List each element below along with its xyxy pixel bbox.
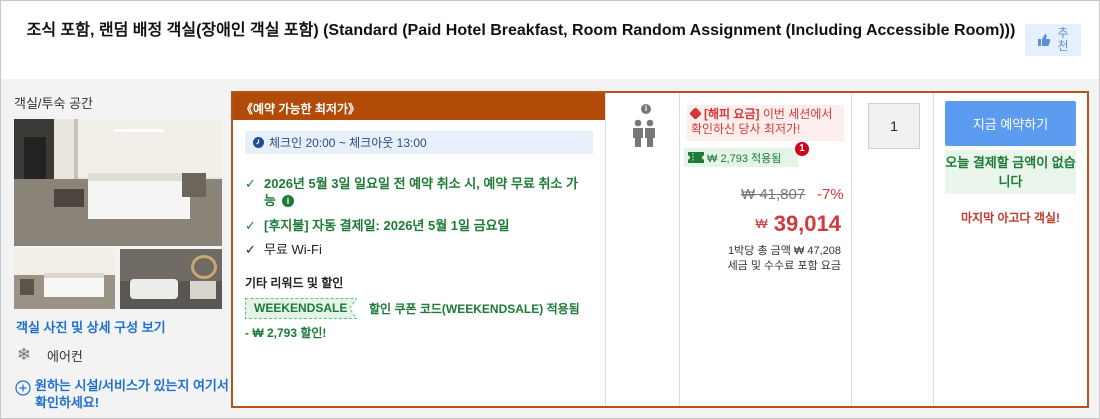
room-photo-thumbnail-1[interactable] [14,249,115,309]
coupon-applied-badge[interactable]: ₩ 2,793 적용됨 [684,148,798,167]
wifi-benefit: ✓ 무료 Wi-Fi [245,241,322,258]
check-icon: ✓ [245,218,256,233]
happy-rate-banner: [해피 요금] 이번 세션에서 확인하신 당사 최저가! [687,105,844,141]
recommend-button[interactable]: 추천 [1025,24,1081,56]
notification-badge: 1 [795,142,809,156]
room-photo-main[interactable] [14,119,222,246]
checkin-text: 체크인 20:00 ~ 체크아웃 13:00 [269,136,427,150]
original-price: ₩ 41,807 [741,186,806,203]
column-divider [851,93,852,406]
check-icon: ✓ [245,176,256,191]
column-divider [933,93,934,406]
column-divider [605,93,606,406]
free-cancellation-benefit: ✓ 2026년 5월 3일 일요일 전 예약 취소 시, 예약 무료 취소 가능… [245,175,597,209]
two-adults-icon [633,119,655,147]
facility-check-link[interactable]: 원하는 시설/서비스가 있는지 여기서 확인하세요! [15,377,231,411]
coupon-applied-text: ₩ 2,793 적용됨 [707,152,782,165]
coupon-ticket-icon [688,152,704,163]
final-price: ₩39,014 [755,211,841,237]
lowest-price-header: 《예약 가능한 최저가》 [233,93,605,120]
discount-percent: -7% [817,186,844,203]
final-price-value: 39,014 [773,211,841,236]
nightly-total-line: 1박당 총 금액 ₩ 47,208 [728,245,841,257]
room-title: 조식 포함, 랜덤 배정 객실(장애인 객실 포함) (Standard (Pa… [26,22,1016,39]
clock-icon [253,137,264,148]
room-header: 조식 포함, 랜덤 배정 객실(장애인 객실 포함) (Standard (Pa… [1,1,1099,79]
room-gallery-column: 객실/투숙 공간 객실 사진 및 상세 구성 보기 ❄ 에어컨 원하는 시설/서… [1,79,229,418]
room-photo-thumbnail-2[interactable] [120,249,222,309]
occupancy-info-icon[interactable]: i [641,104,651,114]
wifi-text: 무료 Wi-Fi [264,242,322,257]
rewards-title: 기타 리워드 및 할인 [245,276,344,290]
happy-rate-label: [해피 요금] [704,107,760,121]
coupon-tag: WEEKENDSALE [245,298,357,319]
check-icon: ✓ [245,242,256,257]
nightly-total: 1박당 총 금액 ₩ 47,208 세금 및 수수료 포함 요금 [728,244,841,274]
free-cancellation-text: 2026년 5월 3일 일요일 전 예약 취소 시, 예약 무료 취소 가능 [264,176,578,208]
amenity-aircon-label: 에어컨 [47,348,83,364]
coupon-code: WEEKENDSALE [254,301,348,315]
tag-icon [689,107,702,120]
snowflake-icon: ❄ [16,345,32,364]
autopay-benefit: ✓ [후지불] 자동 결제일: 2026년 5월 1일 금요일 [245,217,509,234]
amenity-aircon: ❄ 에어컨 [15,345,83,365]
last-room-notice: 마지막 아고다 객실! [961,211,1060,225]
room-photos-link[interactable]: 객실 사진 및 상세 구성 보기 [16,317,166,336]
coupon-discount: - ₩ 2,793 할인! [245,326,327,340]
currency-symbol: ₩ [755,216,768,231]
coupon-description: 할인 쿠폰 코드(WEEKENDSALE) 적용됨 [369,302,580,316]
column-divider [679,93,680,406]
recommend-label: 추천 [1057,26,1069,53]
book-now-button[interactable]: 지금 예약하기 [945,101,1076,146]
checkin-info: 체크인 20:00 ~ 체크아웃 13:00 [245,131,593,154]
facility-check-text: 원하는 시설/서비스가 있는지 여기서 확인하세요! [35,378,229,410]
space-label: 객실/투숙 공간 [14,96,93,111]
plus-circle-icon [15,380,31,396]
pay-nothing-today: 오늘 결제할 금액이 없습니다 [945,150,1076,194]
offer-box: 《예약 가능한 최저가》 체크인 20:00 ~ 체크아웃 13:00 ✓ 20… [231,91,1089,408]
room-quantity-select[interactable]: 1 [868,103,920,149]
info-icon[interactable]: i [281,195,294,207]
autopay-text: [후지불] 자동 결제일: 2026년 5월 1일 금요일 [264,218,510,233]
thumbs-up-icon [1038,34,1051,46]
tax-included-note: 세금 및 수수료 포함 요금 [727,260,841,272]
